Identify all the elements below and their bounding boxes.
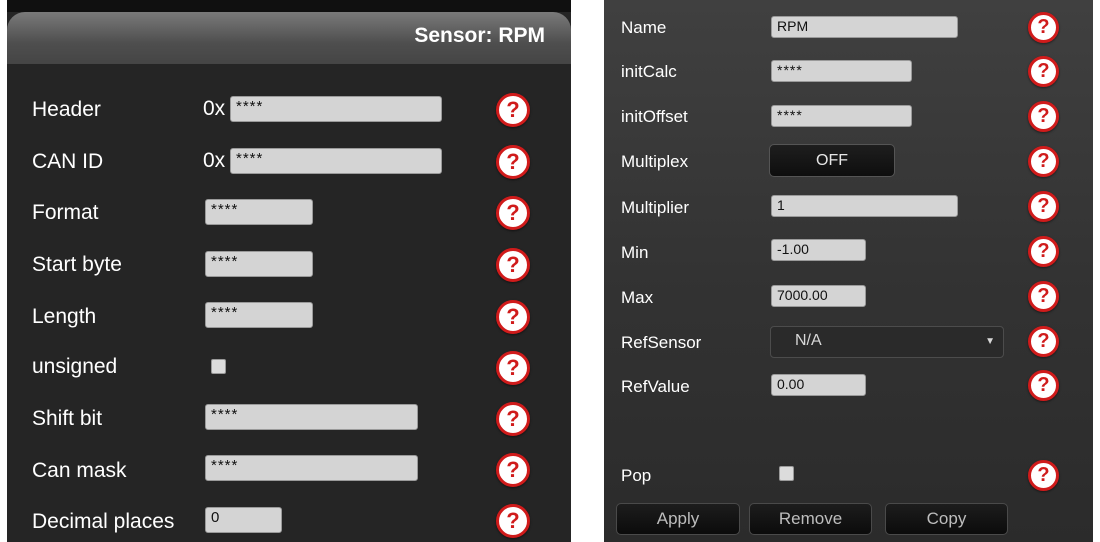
min-help-icon[interactable]: ? [1028,236,1059,267]
init-offset-input[interactable]: **** [771,105,912,127]
decimal-places-label: Decimal places [32,510,175,533]
header-help-icon[interactable]: ? [496,93,530,127]
unsigned-help-icon[interactable]: ? [496,351,530,385]
multiplier-input[interactable]: 1 [771,195,958,217]
remove-button[interactable]: Remove [749,503,872,535]
ref-sensor-select[interactable]: N/A ▼ [770,326,1004,358]
unsigned-label: unsigned [32,355,118,378]
header-hex-prefix: 0x [203,97,226,120]
start-byte-input[interactable]: **** [205,251,313,277]
can-id-label: CAN ID [32,150,104,173]
decimal-places-input[interactable]: 0 [205,507,282,533]
init-offset-help-icon[interactable]: ? [1028,101,1059,132]
can-mask-label: Can mask [32,459,127,482]
sensor-config-panel: Sensor: RPM Header 0x **** ? CAN ID 0x *… [7,0,571,542]
name-help-icon[interactable]: ? [1028,12,1059,43]
header-label: Header [32,98,101,121]
can-id-help-icon[interactable]: ? [496,145,530,179]
start-byte-label: Start byte [32,253,122,276]
init-calc-help-icon[interactable]: ? [1028,56,1059,87]
start-byte-help-icon[interactable]: ? [496,248,530,282]
sensor-settings-panel: Name RPM ? initCalc **** ? initOffset **… [604,0,1093,542]
min-input[interactable]: -1.00 [771,239,866,261]
format-label: Format [32,201,99,224]
decimal-places-help-icon[interactable]: ? [496,504,530,538]
shift-bit-input[interactable]: **** [205,404,418,430]
pop-help-icon[interactable]: ? [1028,460,1059,491]
name-label: Name [621,18,667,37]
dropdown-arrow-icon: ▼ [985,336,995,347]
can-mask-help-icon[interactable]: ? [496,453,530,487]
ref-sensor-help-icon[interactable]: ? [1028,326,1059,357]
shift-bit-label: Shift bit [32,407,103,430]
ref-value-label: RefValue [621,377,690,396]
multiplier-help-icon[interactable]: ? [1028,191,1059,222]
min-label: Min [621,243,649,262]
pop-checkbox[interactable] [779,466,794,481]
multiplex-toggle[interactable]: OFF [769,144,895,177]
length-label: Length [32,305,97,328]
unsigned-checkbox[interactable] [211,359,226,374]
name-input[interactable]: RPM [771,16,958,38]
init-offset-label: initOffset [621,107,688,126]
max-help-icon[interactable]: ? [1028,281,1059,312]
max-input[interactable]: 7000.00 [771,285,866,307]
init-calc-label: initCalc [621,62,677,81]
panel-header: Sensor: RPM [7,12,571,64]
ref-value-help-icon[interactable]: ? [1028,370,1059,401]
copy-button[interactable]: Copy [885,503,1008,535]
ref-sensor-label: RefSensor [621,333,702,352]
multiplier-label: Multiplier [621,198,690,217]
panel-top-edge [7,0,571,12]
length-input[interactable]: **** [205,302,313,328]
pop-label: Pop [621,466,652,485]
panel-title: Sensor: RPM [414,24,545,47]
multiplex-label: Multiplex [621,152,689,171]
shift-bit-help-icon[interactable]: ? [496,402,530,436]
format-help-icon[interactable]: ? [496,196,530,230]
can-mask-input[interactable]: **** [205,455,418,481]
length-help-icon[interactable]: ? [496,300,530,334]
init-calc-input[interactable]: **** [771,60,912,82]
max-label: Max [621,288,654,307]
can-id-input[interactable]: **** [230,148,442,174]
apply-button[interactable]: Apply [616,503,740,535]
ref-value-input[interactable]: 0.00 [771,374,866,396]
format-input[interactable]: **** [205,199,313,225]
header-input[interactable]: **** [230,96,442,122]
can-id-hex-prefix: 0x [203,149,226,172]
multiplex-help-icon[interactable]: ? [1028,146,1059,177]
ref-sensor-selected-value: N/A [795,332,822,349]
